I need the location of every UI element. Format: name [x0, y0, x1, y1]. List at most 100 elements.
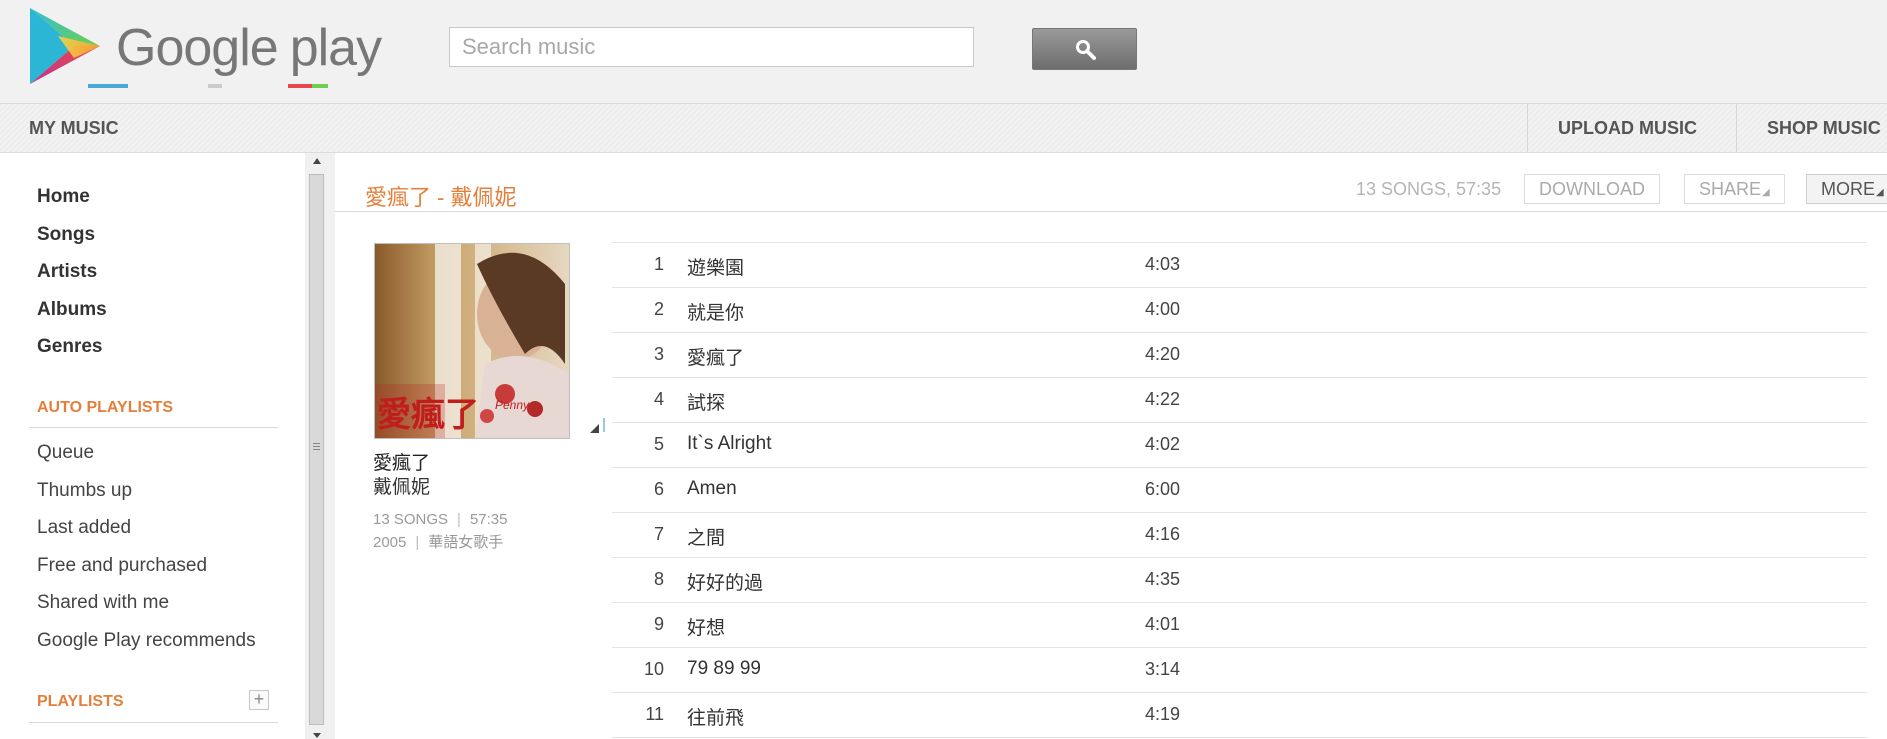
playlist-thumbs-up[interactable]: Thumbs up	[37, 480, 132, 502]
track-duration: 3:14	[1145, 659, 1181, 679]
track-row[interactable]: 3 愛瘋了 4:20	[612, 332, 1867, 377]
album-song-summary: 13 SONGS, 57:35	[1356, 179, 1502, 199]
track-number: 6	[653, 479, 664, 499]
sidebar-item-home[interactable]: Home	[37, 186, 90, 208]
nav-my-music[interactable]: MY MUSIC	[29, 118, 119, 139]
album-song-count: 13 SONGS	[373, 511, 449, 528]
album-cover-image[interactable]: 愛瘋了 Penny	[374, 243, 570, 439]
google-play-logo[interactable]: Google play	[28, 6, 382, 90]
plus-icon: +	[253, 689, 265, 709]
nav-upload-music[interactable]: UPLOAD MUSIC	[1558, 118, 1697, 139]
add-playlist-button[interactable]: +	[249, 690, 269, 710]
expand-corner-icon[interactable]	[590, 424, 599, 433]
track-duration: 4:35	[1145, 569, 1181, 589]
track-duration: 4:02	[1145, 434, 1181, 454]
nav-divider	[1736, 104, 1737, 152]
track-row[interactable]: 7 之間 4:16	[612, 512, 1867, 557]
search-button[interactable]	[1032, 28, 1137, 70]
section-divider	[29, 427, 278, 428]
track-title: 79 89 99	[687, 658, 761, 679]
track-number: 5	[653, 434, 664, 454]
track-row[interactable]: 4 試探 4:22	[612, 377, 1867, 422]
album-name[interactable]: 愛瘋了	[373, 448, 430, 475]
track-list: 1 遊樂園 4:03 2 就是你 4:00 3 愛瘋了 4:20 4 試探 4:22 5 It`s…	[612, 242, 1867, 738]
track-title: Amen	[687, 478, 737, 499]
album-meta-songs: 13 SONGS | 57:35	[373, 511, 507, 528]
sidebar-item-albums[interactable]: Albums	[37, 299, 107, 321]
auto-playlists-heading: AUTO PLAYLISTS	[37, 399, 174, 416]
track-title: 好好的過	[687, 573, 764, 594]
more-label: MORE	[1821, 179, 1875, 199]
track-duration: 4:20	[1145, 344, 1181, 364]
more-button[interactable]: MORE◢	[1806, 174, 1887, 204]
track-number: 8	[653, 569, 664, 589]
album-year: 2005	[373, 534, 407, 551]
album-genre[interactable]: 華語女歌手	[428, 534, 503, 551]
track-row[interactable]: 1 遊樂園 4:03	[612, 242, 1867, 287]
google-play-triangle-icon	[30, 8, 100, 84]
title-divider	[335, 211, 1887, 212]
resize-handle	[603, 418, 605, 432]
track-number: 10	[643, 659, 664, 679]
track-row[interactable]: 9 好想 4:01	[612, 602, 1867, 647]
playlist-free-and-purchased[interactable]: Free and purchased	[37, 555, 207, 577]
scrollbar-grip-icon	[313, 443, 320, 452]
track-duration: 4:16	[1145, 524, 1181, 544]
meta-separator: |	[457, 511, 461, 528]
track-title: 遊樂園	[687, 258, 745, 279]
meta-separator: |	[415, 534, 420, 551]
track-row[interactable]: 8 好好的過 4:35	[612, 557, 1867, 602]
track-number: 1	[653, 254, 664, 274]
track-duration: 4:00	[1145, 299, 1181, 319]
scroll-down-arrow-icon[interactable]	[313, 733, 321, 738]
track-row[interactable]: 11 往前飛 4:19	[612, 692, 1867, 738]
track-number: 4	[653, 389, 664, 409]
playlist-shared-with-me[interactable]: Shared with me	[37, 592, 169, 614]
caret-down-icon: ◢	[1762, 187, 1770, 198]
track-title: 試探	[687, 393, 726, 414]
track-number: 2	[653, 299, 664, 319]
playlist-google-play-recommends[interactable]: Google Play recommends	[37, 630, 256, 652]
track-row[interactable]: 2 就是你 4:00	[612, 287, 1867, 332]
share-button[interactable]: SHARE◢	[1684, 174, 1785, 204]
track-duration: 4:01	[1145, 614, 1181, 634]
logo-brand-suffix: play	[289, 19, 382, 77]
track-title: 好想	[687, 618, 726, 639]
track-duration: 6:00	[1145, 479, 1181, 499]
track-title: 愛瘋了	[687, 348, 745, 369]
track-number: 11	[645, 704, 664, 724]
cover-text: Penny	[495, 398, 530, 412]
track-number: 7	[653, 524, 664, 544]
sidebar-item-genres[interactable]: Genres	[37, 336, 102, 358]
track-title: 就是你	[687, 303, 745, 324]
logo-brand: Google	[116, 19, 279, 77]
track-title: It`s Alright	[687, 433, 772, 454]
track-duration: 4:19	[1145, 704, 1181, 724]
sidebar-item-artists[interactable]: Artists	[37, 261, 97, 283]
search-input[interactable]	[449, 27, 974, 67]
download-button[interactable]: DOWNLOAD	[1524, 174, 1661, 204]
track-row[interactable]: 5 It`s Alright 4:02	[612, 422, 1867, 467]
playlist-last-added[interactable]: Last added	[37, 517, 131, 539]
track-number: 3	[653, 344, 664, 364]
nav-shop-music[interactable]: SHOP MUSIC	[1767, 118, 1881, 139]
track-title: 往前飛	[687, 708, 745, 729]
svg-text:愛瘋了: 愛瘋了	[377, 395, 479, 435]
nav-divider	[1527, 104, 1528, 152]
playlist-queue[interactable]: Queue	[37, 442, 94, 464]
track-row[interactable]: 6 Amen 6:00	[612, 467, 1867, 512]
album-page-title: 愛瘋了 - 戴佩妮	[365, 185, 517, 210]
caret-down-icon: ◢	[1876, 187, 1884, 198]
header: Google play	[0, 0, 1887, 103]
track-duration: 4:22	[1145, 389, 1181, 409]
scroll-up-arrow-icon[interactable]	[313, 158, 321, 164]
track-title: 之間	[687, 528, 726, 549]
track-row[interactable]: 10 79 89 99 3:14	[612, 647, 1867, 692]
album-duration: 57:35	[469, 511, 508, 528]
track-number: 9	[653, 614, 664, 634]
artist-name[interactable]: 戴佩妮	[373, 472, 430, 499]
magnifier-icon	[1076, 40, 1096, 60]
logo-color-strip	[88, 84, 348, 89]
logo-wordmark: Google play	[116, 18, 382, 78]
sidebar-item-songs[interactable]: Songs	[37, 224, 95, 246]
